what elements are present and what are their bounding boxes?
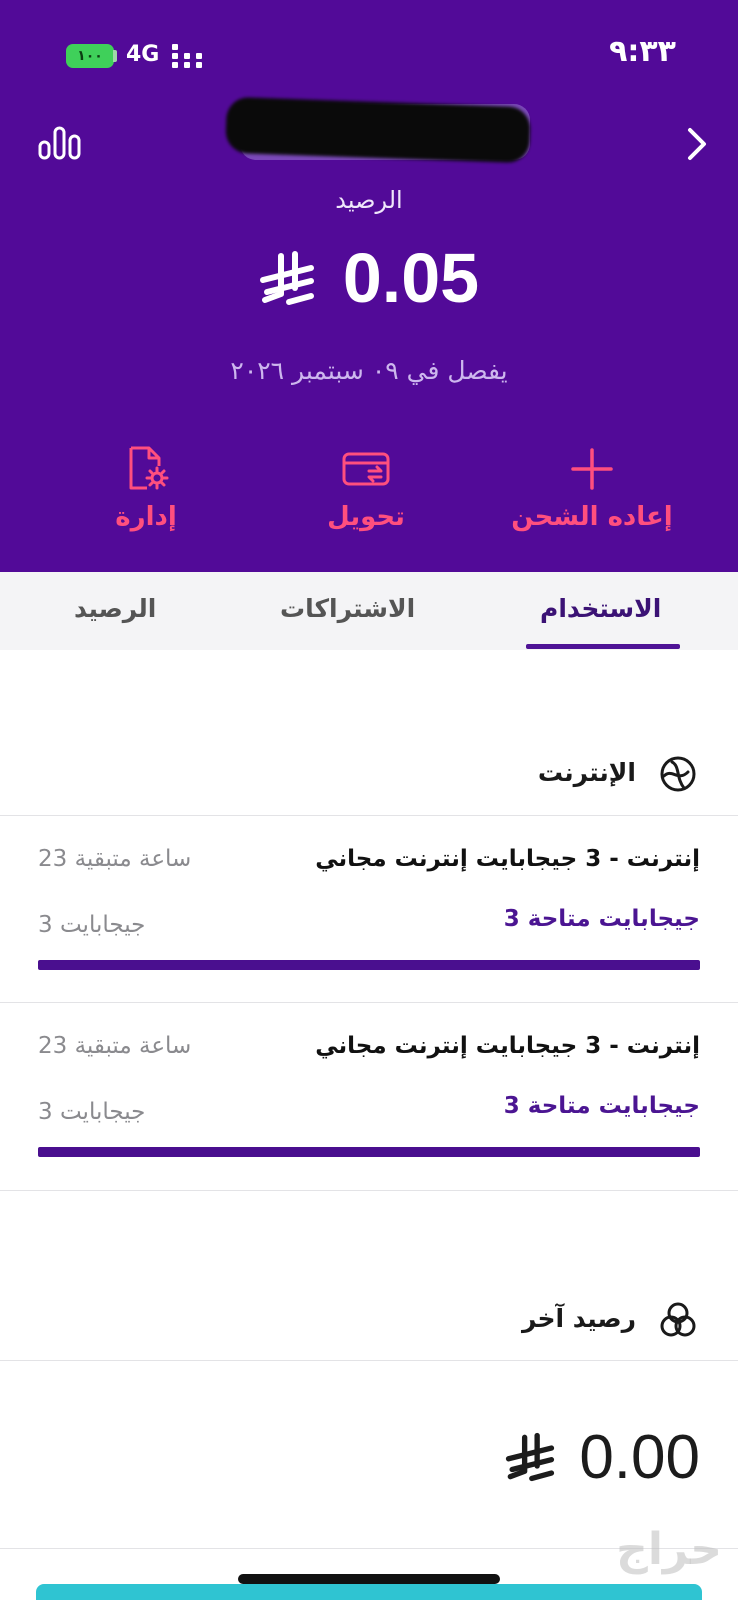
- network-type: 4G: [126, 42, 160, 67]
- coins-icon: [660, 1302, 696, 1337]
- tab-subscriptions[interactable]: الاشتراكات: [280, 594, 415, 623]
- balance-display: 0.05: [0, 238, 738, 318]
- recharge-button[interactable]: إعاده الشحن: [492, 444, 692, 544]
- internet-bundle-card[interactable]: إنترنت - 3 جيجابايت إنترنت مجاني 3 جيجاب…: [0, 818, 738, 998]
- balance-amount: 0.05: [342, 239, 480, 317]
- bundle-progress-fill: [38, 960, 700, 970]
- bundle-title: إنترنت - 3 جيجابايت إنترنت مجاني: [315, 1033, 700, 1059]
- transfer-button[interactable]: تحويل: [266, 444, 466, 544]
- divider: [0, 1002, 738, 1003]
- bundle-progress-bar: [38, 1147, 700, 1157]
- disconnect-date: يفصل في ٠٩ سبتمبر ٢٠٢٦: [230, 356, 508, 385]
- divider: [0, 815, 738, 816]
- bundle-title: إنترنت - 3 جيجابايت إنترنت مجاني: [315, 846, 700, 872]
- internet-section-title: الإنترنت: [537, 758, 636, 787]
- file-gear-icon: [129, 446, 169, 490]
- balance-label: الرصيد: [335, 186, 403, 214]
- internet-bundle-card[interactable]: إنترنت - 3 جيجابايت إنترنت مجاني 3 جيجاب…: [0, 1005, 738, 1185]
- globe-icon: [660, 756, 696, 792]
- home-indicator: [238, 1574, 500, 1584]
- bundle-available: 3 جيجابايت متاحة: [503, 906, 700, 932]
- riyal-currency-icon: [259, 251, 314, 305]
- bottom-action-button[interactable]: [36, 1584, 702, 1600]
- other-balance-display: 0.00: [0, 1412, 738, 1502]
- other-balance-title: رصيد آخر: [521, 1304, 636, 1333]
- divider: [0, 1190, 738, 1191]
- recharge-label: إعاده الشحن: [511, 502, 673, 532]
- status-bar: ١٠٠ 4G ٩:٣٣: [0, 0, 738, 100]
- other-balance-amount: 0.00: [579, 1422, 700, 1492]
- signal-icon: [172, 44, 212, 68]
- active-tab-indicator: [526, 644, 680, 649]
- tab-balance[interactable]: الرصيد: [74, 594, 156, 623]
- other-balance-section-header: رصيد آخر: [0, 1292, 738, 1352]
- internet-section-header: الإنترنت: [0, 746, 738, 806]
- battery-indicator: ١٠٠: [66, 44, 114, 68]
- redacted-account-name: [225, 96, 531, 164]
- bundle-total: 3 جيجابايت: [38, 912, 146, 938]
- bundle-time-left: 23 ساعة متبقية: [38, 1033, 192, 1059]
- watermark: حراج: [616, 1524, 722, 1575]
- tab-bar: الرصيد الاشتراكات الاستخدام: [0, 572, 738, 650]
- usage-stats-icon[interactable]: [38, 124, 82, 160]
- bundle-progress-fill: [38, 1147, 700, 1157]
- bundle-progress-bar: [38, 960, 700, 970]
- riyal-currency-icon: [506, 1432, 555, 1482]
- card-transfer-icon: [342, 452, 390, 486]
- bundle-time-left: 23 ساعة متبقية: [38, 846, 192, 872]
- status-time: ٩:٣٣: [609, 34, 676, 69]
- chevron-right-icon[interactable]: [682, 124, 712, 164]
- bundle-available: 3 جيجابايت متاحة: [503, 1093, 700, 1119]
- divider: [0, 1360, 738, 1361]
- manage-button[interactable]: إدارة: [46, 444, 246, 544]
- plus-icon: [571, 448, 613, 490]
- transfer-label: تحويل: [327, 502, 405, 532]
- bundle-total: 3 جيجابايت: [38, 1099, 146, 1125]
- manage-label: إدارة: [115, 502, 177, 532]
- account-header: ١٠٠ 4G ٩:٣٣ الرصيد 0.05 يفصل في ٠٩ سبتمب…: [0, 0, 738, 572]
- tab-usage[interactable]: الاستخدام: [540, 594, 661, 623]
- battery-cap: [113, 50, 117, 62]
